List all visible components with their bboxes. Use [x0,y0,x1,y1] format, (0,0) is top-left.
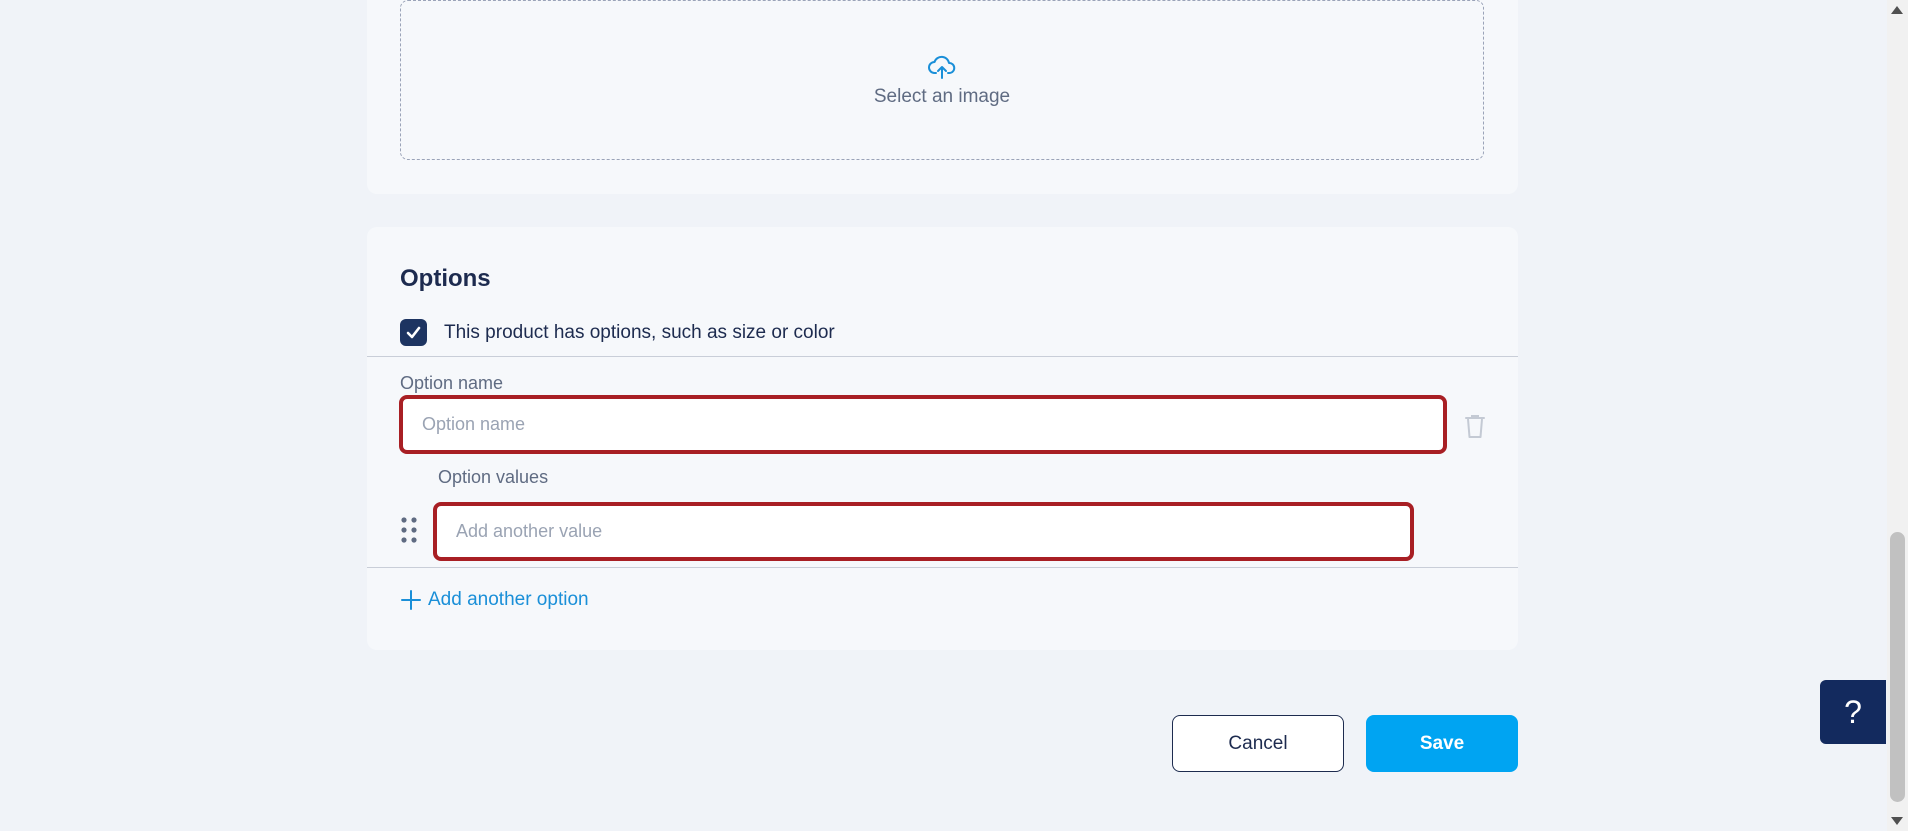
cancel-button[interactable]: Cancel [1172,715,1344,772]
add-another-option-label: Add another option [428,589,589,610]
save-button[interactable]: Save [1366,715,1518,772]
options-card: Options This product has options, such a… [367,227,1518,650]
help-button[interactable]: ? [1820,680,1886,744]
image-dropzone[interactable]: Select an image [400,0,1484,160]
option-name-label: Option name [400,373,504,393]
has-options-checkbox[interactable] [400,319,427,346]
options-title: Options [400,265,491,292]
page-scrollbar[interactable] [1887,0,1908,831]
trash-icon[interactable] [1463,413,1487,439]
select-image-label: Select an image [873,86,1011,107]
scroll-up-arrow-icon[interactable] [1891,6,1903,14]
checkmark-icon [406,326,421,339]
divider [367,356,1518,357]
divider [367,567,1518,568]
option-value-input[interactable] [433,502,1414,561]
cloud-upload-icon [928,55,956,79]
has-options-label: This product has options, such as size o… [444,321,835,343]
help-icon: ? [1844,693,1862,730]
scroll-thumb[interactable] [1890,532,1905,802]
option-values-label: Option values [438,467,549,487]
image-upload-card: Select an image [367,0,1518,194]
plus-icon [401,590,421,610]
option-name-input[interactable] [399,395,1447,454]
drag-handle-icon[interactable] [400,516,418,544]
add-another-option-link[interactable]: Add another option [400,589,589,611]
scroll-down-arrow-icon[interactable] [1891,817,1903,825]
has-options-row: This product has options, such as size o… [400,319,835,346]
